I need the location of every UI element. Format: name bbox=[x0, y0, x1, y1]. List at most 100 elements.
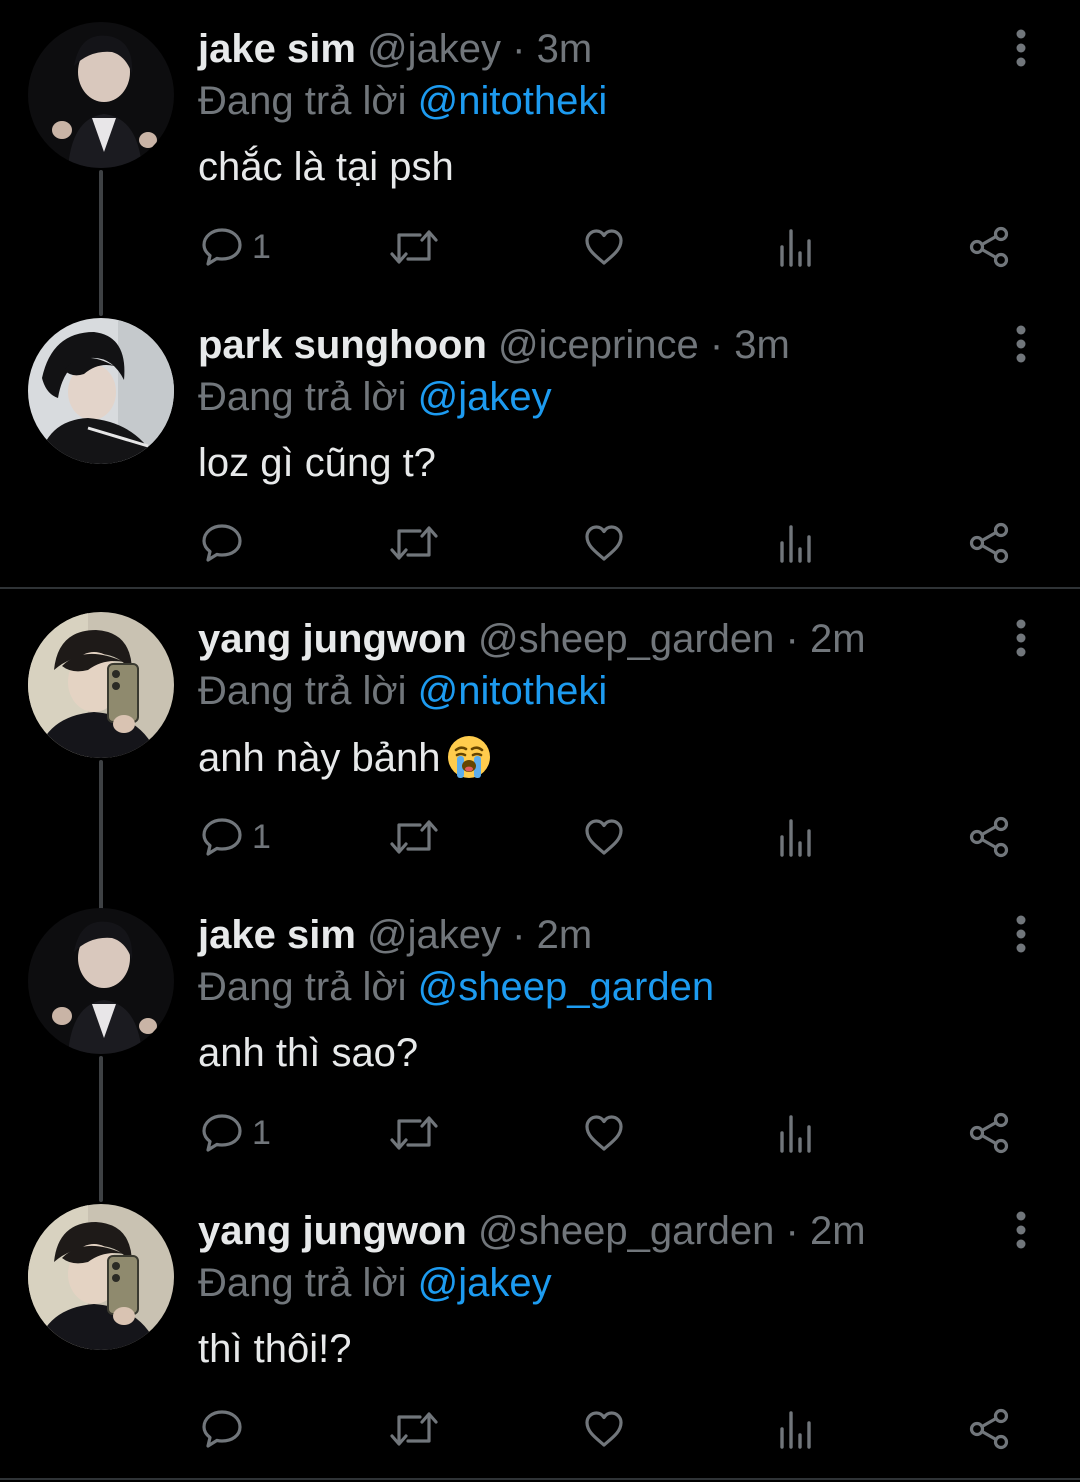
display-name[interactable]: yang jungwon bbox=[198, 617, 467, 661]
tweet-item[interactable]: jake sim @jakey · 2m Đang trả lời @sheep… bbox=[0, 886, 1080, 1202]
like-button[interactable] bbox=[582, 224, 626, 270]
timestamp[interactable]: 3m bbox=[537, 27, 593, 71]
share-nodes-icon bbox=[969, 816, 1009, 858]
bar-chart-icon bbox=[780, 1115, 811, 1153]
retweet-button[interactable] bbox=[388, 1406, 440, 1452]
tweet-actions: 1 bbox=[198, 224, 1018, 270]
user-handle[interactable]: @sheep_garden bbox=[478, 1209, 774, 1253]
thread-connector-line bbox=[99, 1056, 103, 1202]
more-options-button[interactable] bbox=[1006, 324, 1036, 364]
avatar[interactable] bbox=[28, 318, 174, 464]
display-name[interactable]: park sunghoon bbox=[198, 323, 487, 367]
replying-to-label: Đang trả lời bbox=[198, 79, 407, 123]
replying-to-label: Đang trả lời bbox=[198, 965, 407, 1009]
avatar[interactable] bbox=[28, 908, 174, 1054]
reply-button[interactable] bbox=[200, 1406, 252, 1452]
share-button[interactable] bbox=[968, 224, 1012, 270]
user-handle[interactable]: @iceprince bbox=[498, 323, 699, 367]
tweet-header: yang jungwon @sheep_garden · 2m bbox=[198, 1208, 866, 1254]
more-options-button[interactable] bbox=[1006, 28, 1036, 68]
reply-count: 1 bbox=[252, 818, 271, 856]
heart-outline-icon bbox=[585, 525, 623, 561]
yang-jungwon-avatar-image bbox=[28, 1204, 174, 1350]
replying-to-mention[interactable]: @jakey bbox=[418, 375, 552, 419]
jake-sim-avatar-image bbox=[28, 22, 174, 168]
like-button[interactable] bbox=[582, 520, 626, 566]
bar-chart-icon bbox=[780, 525, 811, 563]
retweet-button[interactable] bbox=[388, 520, 440, 566]
timestamp[interactable]: 2m bbox=[537, 913, 593, 957]
loudly-crying-face-icon bbox=[446, 734, 492, 780]
views-button[interactable] bbox=[776, 1110, 816, 1156]
more-options-button[interactable] bbox=[1006, 618, 1036, 658]
share-nodes-icon bbox=[969, 1112, 1009, 1154]
vertical-ellipsis-icon bbox=[1016, 619, 1026, 657]
display-name[interactable]: yang jungwon bbox=[198, 1209, 467, 1253]
more-options-button[interactable] bbox=[1006, 1210, 1036, 1250]
heart-outline-icon bbox=[585, 1115, 623, 1151]
reply-button[interactable]: 1 bbox=[200, 814, 271, 860]
thread-divider bbox=[0, 587, 1080, 589]
replying-to-mention[interactable]: @jakey bbox=[418, 1261, 552, 1305]
user-handle[interactable]: @jakey bbox=[367, 27, 501, 71]
tweet-text: anh này bảnh bbox=[198, 734, 492, 781]
timestamp[interactable]: 2m bbox=[810, 617, 866, 661]
retweet-button[interactable] bbox=[388, 224, 440, 270]
share-nodes-icon bbox=[969, 226, 1009, 268]
tweet-actions: 1 bbox=[198, 1110, 1018, 1156]
timestamp[interactable]: 2m bbox=[810, 1209, 866, 1253]
tweet-item[interactable]: yang jungwon @sheep_garden · 2m Đang trả… bbox=[0, 590, 1080, 910]
tweet-text-content: anh này bảnh bbox=[198, 736, 441, 780]
retweet-arrows-icon bbox=[390, 1412, 438, 1446]
user-handle[interactable]: @sheep_garden bbox=[478, 617, 774, 661]
tweet-item[interactable]: park sunghoon @iceprince · 3m Đang trả l… bbox=[0, 296, 1080, 588]
replying-to-label: Đang trả lời bbox=[198, 1261, 407, 1305]
replying-to-label: Đang trả lời bbox=[198, 375, 407, 419]
replying-to-label: Đang trả lời bbox=[198, 669, 407, 713]
tweet-header: park sunghoon @iceprince · 3m bbox=[198, 322, 790, 368]
like-button[interactable] bbox=[582, 1406, 626, 1452]
more-options-button[interactable] bbox=[1006, 914, 1036, 954]
retweet-arrows-icon bbox=[390, 230, 438, 264]
share-button[interactable] bbox=[968, 1110, 1012, 1156]
share-button[interactable] bbox=[968, 1406, 1012, 1452]
avatar[interactable] bbox=[28, 1204, 174, 1350]
tweet-header: jake sim @jakey · 3m bbox=[198, 26, 592, 72]
separator-dot: · bbox=[512, 913, 526, 957]
replying-to-line: Đang trả lời @sheep_garden bbox=[198, 964, 714, 1010]
vertical-ellipsis-icon bbox=[1016, 29, 1026, 67]
heart-outline-icon bbox=[585, 1411, 623, 1447]
reply-button[interactable] bbox=[200, 520, 252, 566]
views-button[interactable] bbox=[776, 520, 816, 566]
speech-bubble-icon bbox=[202, 1114, 242, 1152]
replying-to-mention[interactable]: @sheep_garden bbox=[418, 965, 714, 1009]
park-sunghoon-avatar-image bbox=[28, 318, 174, 464]
user-handle[interactable]: @jakey bbox=[367, 913, 501, 957]
share-nodes-icon bbox=[969, 522, 1009, 564]
replying-to-line: Đang trả lời @nitotheki bbox=[198, 78, 607, 124]
speech-bubble-icon bbox=[202, 1410, 242, 1448]
replying-to-mention[interactable]: @nitotheki bbox=[418, 79, 608, 123]
thread-connector-line bbox=[99, 170, 103, 316]
bar-chart-icon bbox=[780, 229, 811, 267]
views-button[interactable] bbox=[776, 1406, 816, 1452]
tweet-item[interactable]: jake sim @jakey · 3m Đang trả lời @nitot… bbox=[0, 0, 1080, 316]
share-button[interactable] bbox=[968, 814, 1012, 860]
timestamp[interactable]: 3m bbox=[734, 323, 790, 367]
reply-button[interactable]: 1 bbox=[200, 224, 271, 270]
tweet-item[interactable]: yang jungwon @sheep_garden · 2m Đang trả… bbox=[0, 1182, 1080, 1478]
like-button[interactable] bbox=[582, 814, 626, 860]
display-name[interactable]: jake sim bbox=[198, 27, 356, 71]
views-button[interactable] bbox=[776, 224, 816, 270]
avatar[interactable] bbox=[28, 612, 174, 758]
display-name[interactable]: jake sim bbox=[198, 913, 356, 957]
retweet-button[interactable] bbox=[388, 1110, 440, 1156]
share-button[interactable] bbox=[968, 520, 1012, 566]
avatar[interactable] bbox=[28, 22, 174, 168]
replying-to-mention[interactable]: @nitotheki bbox=[418, 669, 608, 713]
heart-outline-icon bbox=[585, 229, 623, 265]
reply-button[interactable]: 1 bbox=[200, 1110, 271, 1156]
retweet-button[interactable] bbox=[388, 814, 440, 860]
views-button[interactable] bbox=[776, 814, 816, 860]
like-button[interactable] bbox=[582, 1110, 626, 1156]
